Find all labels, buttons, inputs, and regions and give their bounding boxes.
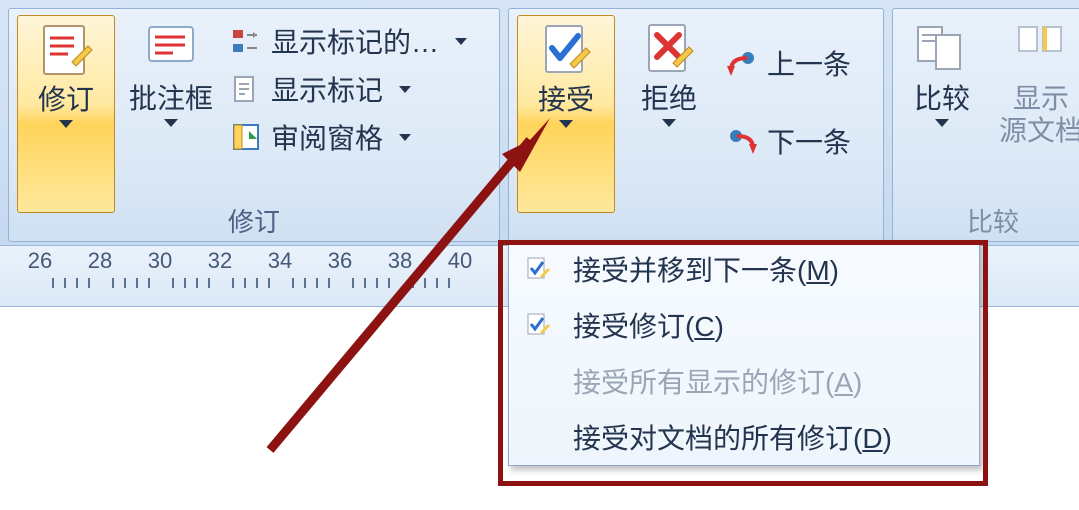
previous-change-label: 上一条 bbox=[767, 43, 851, 83]
ruler-tick bbox=[328, 278, 330, 288]
ribbon-group-tracking: 修订 批注框 显示标记的… bbox=[8, 8, 500, 242]
reject-button[interactable]: 拒绝 bbox=[621, 15, 717, 211]
menu-item-label: 接受对文档的所有修订(D) bbox=[573, 417, 892, 457]
accept-button[interactable]: 接受 bbox=[517, 15, 615, 213]
menu-item-label: 接受所有显示的修订(A) bbox=[573, 361, 862, 401]
ruler-tick bbox=[184, 278, 186, 288]
reject-icon bbox=[641, 21, 697, 77]
next-change-button[interactable]: 下一条 bbox=[727, 117, 851, 165]
show-source-label-l1: 显示 bbox=[1013, 83, 1069, 115]
ruler-tick bbox=[112, 278, 114, 288]
chevron-down-icon bbox=[559, 120, 573, 128]
ruler-tick bbox=[148, 278, 150, 288]
ruler-tick bbox=[268, 278, 270, 288]
ruler-tick bbox=[124, 278, 126, 288]
ribbon-group-changes: 接受 拒绝 上一条 bbox=[508, 8, 884, 242]
chevron-down-icon bbox=[164, 119, 178, 127]
reviewing-pane-dropdown[interactable]: 审阅窗格 bbox=[231, 113, 489, 161]
display-for-review-label: 显示标记的… bbox=[271, 21, 439, 61]
accept-icon bbox=[538, 22, 594, 78]
balloons-label: 批注框 bbox=[129, 83, 213, 115]
ribbon-group-tracking-label: 修订 bbox=[9, 202, 499, 239]
menu-item-label: 接受并移到下一条(M) bbox=[573, 249, 839, 289]
accept-all-shown-item: 接受所有显示的修订(A) bbox=[509, 353, 979, 409]
accept-all-item[interactable]: 接受对文档的所有修订(D) bbox=[509, 409, 979, 465]
ruler-tick bbox=[424, 278, 426, 288]
reviewing-pane-label: 审阅窗格 bbox=[271, 117, 383, 157]
show-markup-label: 显示标记 bbox=[271, 69, 383, 109]
ruler-tick bbox=[244, 278, 246, 288]
ruler-tick bbox=[64, 278, 66, 288]
balloons-icon bbox=[143, 21, 199, 77]
ruler-tick bbox=[136, 278, 138, 288]
accept-and-move-next-item[interactable]: 接受并移到下一条(M) bbox=[509, 241, 979, 297]
ruler-tick bbox=[292, 278, 294, 288]
ruler-number: 36 bbox=[328, 248, 352, 274]
accept-dropdown-menu: 接受并移到下一条(M) 接受修订(C) 接受所有显示的修订(A) 接受对文档的所… bbox=[508, 240, 980, 466]
ribbon: 修订 批注框 显示标记的… bbox=[0, 0, 1079, 246]
track-changes-label: 修订 bbox=[38, 84, 94, 116]
ruler-number: 32 bbox=[208, 248, 232, 274]
show-source-label-l2: 源文档 bbox=[999, 115, 1079, 147]
next-icon bbox=[727, 126, 757, 156]
ruler-tick bbox=[88, 278, 90, 288]
ruler-tick bbox=[232, 278, 234, 288]
accept-change-icon bbox=[523, 312, 555, 338]
chevron-down-icon bbox=[399, 134, 411, 141]
ruler-number: 40 bbox=[448, 248, 472, 274]
compare-icon bbox=[914, 21, 970, 77]
show-markup-dropdown[interactable]: 显示标记 bbox=[231, 65, 489, 113]
ruler-tick bbox=[388, 278, 390, 288]
chevron-down-icon bbox=[59, 120, 73, 128]
ruler-tick bbox=[364, 278, 366, 288]
display-for-review-dropdown[interactable]: 显示标记的… bbox=[231, 17, 489, 65]
next-change-label: 下一条 bbox=[767, 121, 851, 161]
ruler-number: 38 bbox=[388, 248, 412, 274]
accept-label: 接受 bbox=[538, 84, 594, 116]
ruler-number: 30 bbox=[148, 248, 172, 274]
chevron-down-icon bbox=[455, 38, 467, 45]
show-source-icon bbox=[1013, 21, 1069, 77]
chevron-down-icon bbox=[662, 119, 676, 127]
ruler-tick bbox=[436, 278, 438, 288]
ruler-number: 28 bbox=[88, 248, 112, 274]
ruler-tick bbox=[196, 278, 198, 288]
accept-move-icon bbox=[523, 256, 555, 282]
display-for-review-icon bbox=[231, 26, 261, 56]
ruler-tick bbox=[316, 278, 318, 288]
ruler-tick bbox=[412, 278, 414, 288]
track-changes-icon bbox=[38, 22, 94, 78]
ruler-tick bbox=[208, 278, 210, 288]
ruler-tick bbox=[52, 278, 54, 288]
previous-icon bbox=[727, 48, 757, 78]
ruler-tick bbox=[76, 278, 78, 288]
ruler-number: 26 bbox=[28, 248, 52, 274]
reviewing-pane-icon bbox=[231, 122, 261, 152]
reject-label: 拒绝 bbox=[641, 83, 697, 115]
ruler-number: 34 bbox=[268, 248, 292, 274]
ruler-tick bbox=[304, 278, 306, 288]
ribbon-group-compare-cut-label: 比较 bbox=[893, 202, 1079, 239]
show-markup-icon bbox=[231, 74, 261, 104]
track-changes-button[interactable]: 修订 bbox=[17, 15, 115, 213]
ribbon-group-compare: 比较 显示 源文档 比较 bbox=[892, 8, 1079, 242]
chevron-down-icon bbox=[399, 86, 411, 93]
show-source-docs-button[interactable]: 显示 源文档 bbox=[989, 15, 1079, 211]
chevron-down-icon bbox=[935, 119, 949, 127]
accept-change-item[interactable]: 接受修订(C) bbox=[509, 297, 979, 353]
ruler-tick bbox=[256, 278, 258, 288]
ruler-tick bbox=[172, 278, 174, 288]
balloons-button[interactable]: 批注框 bbox=[121, 15, 221, 211]
compare-label: 比较 bbox=[914, 83, 970, 115]
ruler-tick bbox=[376, 278, 378, 288]
ruler-tick bbox=[352, 278, 354, 288]
compare-button[interactable]: 比较 bbox=[901, 15, 983, 211]
previous-change-button[interactable]: 上一条 bbox=[727, 39, 851, 87]
menu-item-label: 接受修订(C) bbox=[573, 305, 724, 345]
ruler-tick bbox=[448, 278, 450, 288]
